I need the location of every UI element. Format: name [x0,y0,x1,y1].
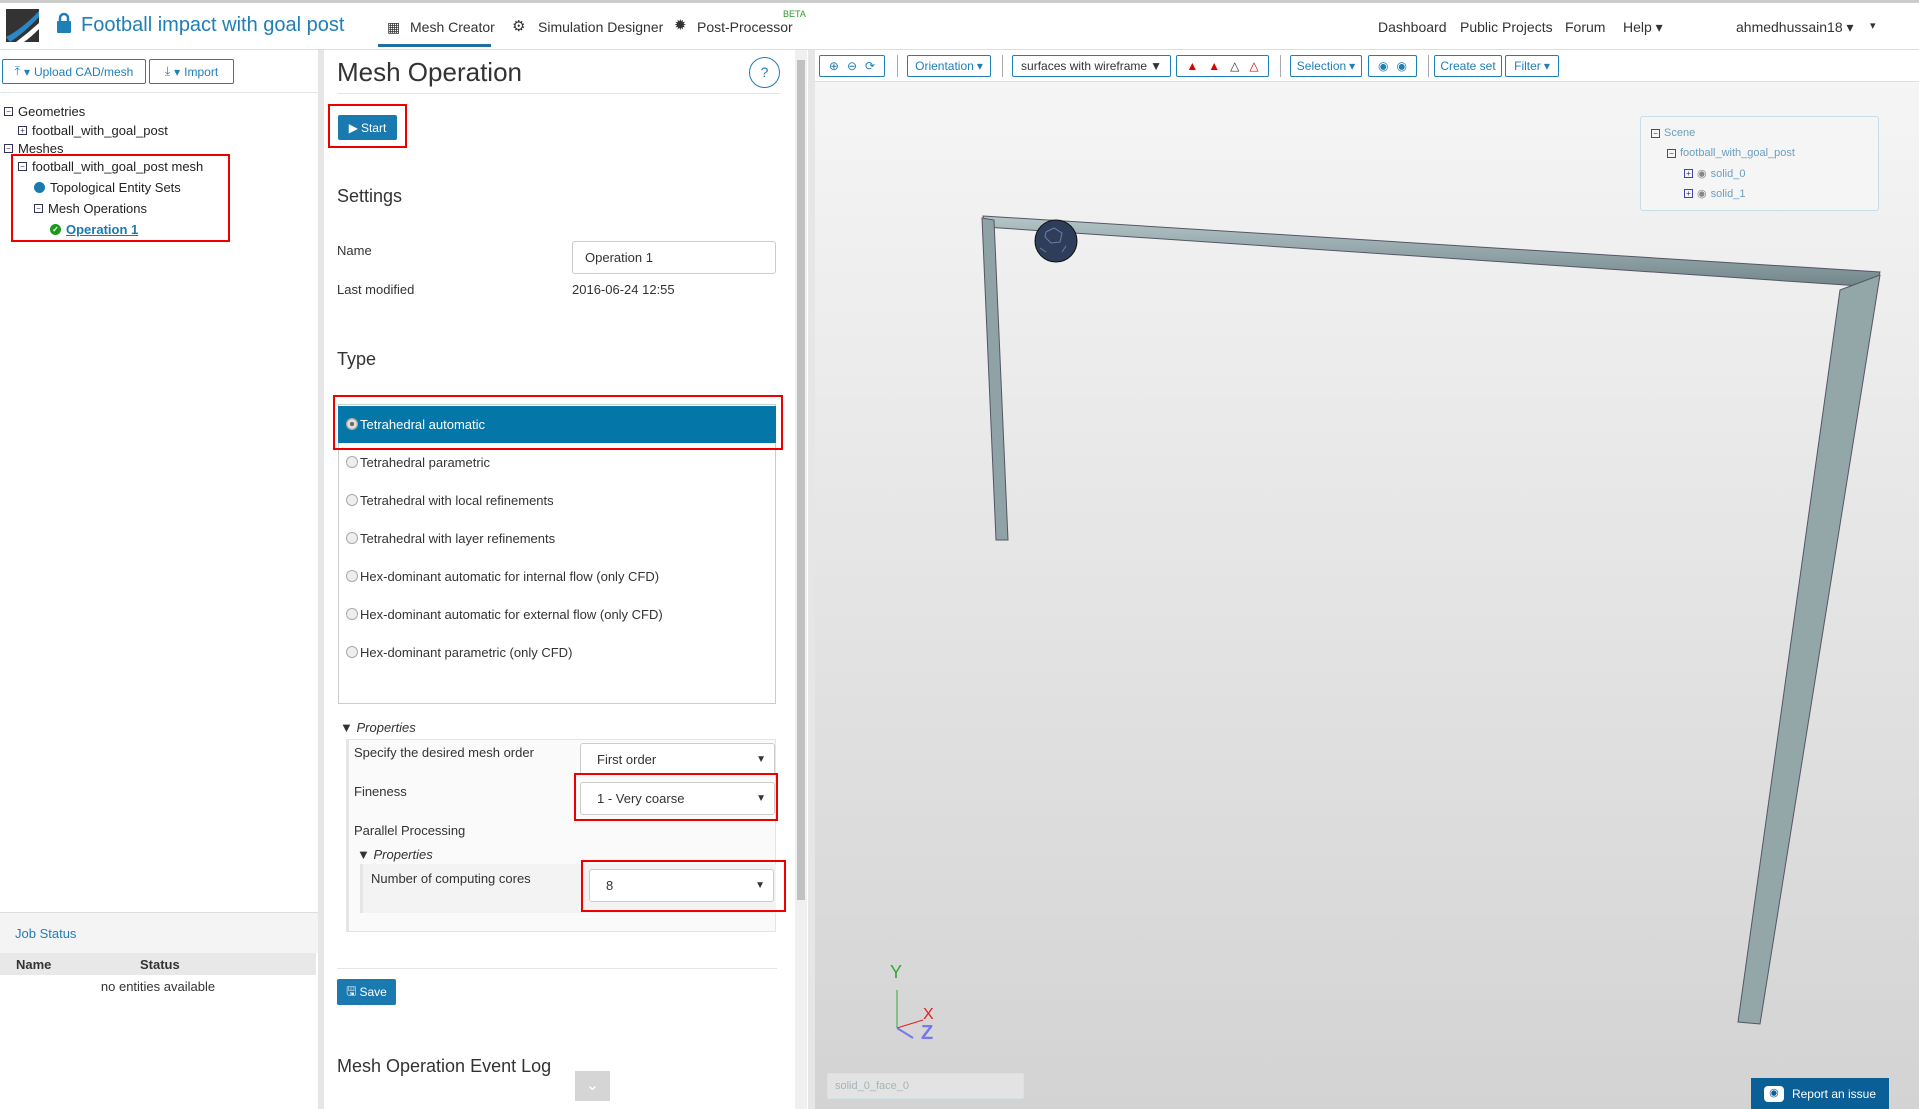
zoom-out-icon[interactable]: ⊖ [847,59,857,73]
save-button[interactable]: 🖫 Save [337,979,396,1005]
inner-properties-toggle[interactable]: ▼ Properties [357,847,433,862]
zoom-in-icon[interactable]: ⊕ [829,59,839,73]
solid-icon[interactable]: ▲ [1186,59,1198,73]
user-menu[interactable]: ahmedhussain18 ▾ [1736,19,1854,36]
render-mode-select[interactable]: surfaces with wireframe ▼ [1012,55,1171,77]
render-style-buttons: ▲ ▲ △ △ [1176,55,1269,77]
properties-toggle[interactable]: ▼ Properties [340,720,416,735]
tree-geometry-item[interactable]: + football_with_goal_post [18,123,168,138]
expand-icon: + [1684,169,1693,178]
goal-post-model[interactable] [815,81,1919,1109]
create-set-button[interactable]: Create set [1434,55,1502,77]
scene-solid-1[interactable]: + ◉ solid_1 [1684,187,1745,200]
expand-log-button[interactable]: ⌄ [575,1071,610,1101]
parallel-processing-label: Parallel Processing [354,823,466,838]
left-post [981,217,1009,541]
gears-icon: ⚙ [512,18,526,35]
collapse-icon: − [1651,128,1660,138]
reset-view-icon[interactable]: ⟳ [865,59,875,73]
column-status: Status [140,957,180,972]
name-input[interactable] [572,241,776,274]
app-logo[interactable] [6,9,39,42]
panel-title: Mesh Operation [337,57,522,87]
right-post [1737,274,1881,1025]
settings-heading: Settings [337,186,403,206]
highlight-box [11,154,230,242]
floppy-icon: 🖫 [346,983,357,998]
radio-tetrahedral-local-refinements[interactable]: Tetrahedral with local refinements [346,481,766,519]
upload-icon: ⤒ [14,64,20,78]
import-button[interactable]: ⤓ ▾ Import [149,59,234,84]
mesh-order-label: Specify the desired mesh order [354,745,534,760]
axis-y-label: Y [890,962,903,982]
top-nav: Football impact with goal post ▦ Mesh Cr… [0,0,1919,50]
camera-icon: ◉ [1763,1085,1784,1102]
show-icon[interactable]: ◉ [1397,59,1407,73]
panel-scrollbar[interactable] [795,50,807,1109]
axis-z-label: Z [921,1022,934,1044]
tab-mesh-creator[interactable]: ▦ Mesh Creator [378,13,495,47]
lock-icon [57,12,71,33]
radio-hex-internal-flow[interactable]: Hex-dominant automatic for internal flow… [346,557,766,595]
scene-root[interactable]: − Scene [1651,127,1695,139]
eye-icon: ◉ [1697,188,1707,200]
filter-dropdown[interactable]: Filter ▾ [1505,55,1559,77]
nav-help[interactable]: Help ▾ [1623,19,1663,36]
nav-forum[interactable]: Forum [1565,19,1605,35]
status-field[interactable]: solid_0_face_0 [827,1073,1024,1099]
column-name: Name [16,957,52,972]
last-modified-value: 2016-06-24 12:55 [572,282,675,297]
expand-icon: + [18,126,27,135]
event-log-heading: Mesh Operation Event Log [337,1056,552,1076]
tab-post-processor[interactable]: Post-Processor [697,19,793,35]
crossbar [982,215,1881,288]
help-button[interactable]: ? [749,57,780,88]
radio-tetrahedral-layer-refinements[interactable]: Tetrahedral with layer refinements [346,519,766,557]
settings-dropdown[interactable]: ▾ [1870,19,1876,32]
left-sidebar: ⤒ ▾ Upload CAD/mesh ⤓ ▾ Import − Geometries… [0,50,318,1109]
download-icon: ⤓ [164,64,171,78]
hide-icon[interactable]: ◉ [1378,59,1388,73]
collapse-icon: − [4,107,13,116]
cores-label: Number of computing cores [371,871,531,886]
scene-solid-0[interactable]: + ◉ solid_0 [1684,167,1745,180]
last-modified-label: Last modified [337,282,415,297]
radio-hex-external-flow[interactable]: Hex-dominant automatic for external flow… [346,595,766,633]
scene-model[interactable]: − football_with_goal_post [1667,147,1795,159]
cog-icon: ✹ [674,17,687,34]
name-label: Name [337,243,372,258]
job-status-panel: Job Status Name Status no entities avail… [0,912,318,1109]
outline-icon[interactable]: △ [1249,59,1258,73]
solid-wire-icon[interactable]: ▲ [1208,59,1220,73]
expand-icon: + [1684,189,1693,198]
beta-badge: BETA [783,9,806,19]
project-title: Football impact with goal post [81,14,345,36]
fineness-label: Fineness [354,784,407,799]
zoom-controls: ⊕ ⊖ ⟳ [819,55,885,77]
wireframe-icon[interactable]: △ [1230,59,1239,73]
type-heading: Type [337,349,377,369]
job-status-title: Job Status [15,926,77,941]
mesh-order-select[interactable]: First order ▼ [580,743,775,775]
tab-simulation-designer[interactable]: Simulation Designer [538,19,663,35]
football [1034,219,1078,263]
empty-message: no entities available [100,979,216,994]
nav-dashboard[interactable]: Dashboard [1378,19,1447,35]
eye-icon: ◉ [1697,168,1707,180]
visibility-buttons: ◉ ◉ [1368,55,1417,77]
report-issue-button[interactable]: ◉ Report an issue [1751,1078,1889,1109]
collapse-icon: − [1667,148,1676,158]
collapse-icon: − [4,144,13,153]
orientation-dropdown[interactable]: Orientation ▾ [907,55,991,77]
nav-public-projects[interactable]: Public Projects [1460,19,1553,35]
tree-geometries[interactable]: − Geometries [4,104,85,119]
radio-hex-parametric[interactable]: Hex-dominant parametric (only CFD) [346,633,766,671]
selection-dropdown[interactable]: Selection ▾ [1290,55,1362,77]
upload-cad-button[interactable]: ⤒ ▾ Upload CAD/mesh [2,59,146,84]
right-splitter[interactable] [808,50,815,1109]
